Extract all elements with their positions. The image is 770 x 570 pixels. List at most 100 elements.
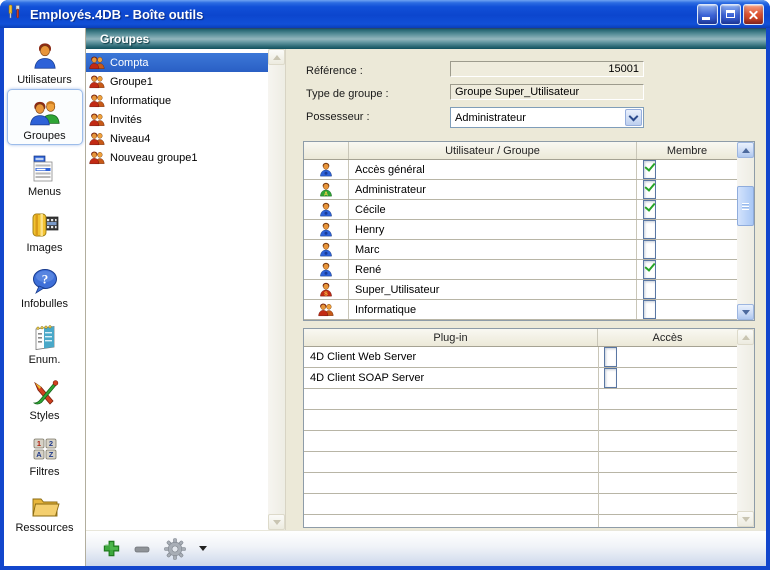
member-checkbox[interactable] [643,280,656,299]
title-bar[interactable]: Employés.4DB - Boîte outils [0,0,770,28]
group-list-item[interactable]: Groupe1 [86,72,268,91]
paintbrush-icon [29,373,61,409]
group-icon [89,74,105,89]
panel-title: Groupes [100,32,149,46]
user-icon [318,200,334,219]
app-window: Employés.4DB - Boîte outils Utilisateurs [0,0,770,570]
remove-icon [133,540,151,558]
group-list-item[interactable]: Niveau4 [86,129,268,148]
user-icon [318,160,334,179]
svg-text:S: S [324,292,328,298]
member-checkbox[interactable] [643,240,656,259]
bottom-toolbar [86,530,766,566]
add-group-button[interactable] [102,539,121,558]
plugin-column-header: Plug-in [304,329,598,346]
member-checkbox[interactable] [643,220,656,239]
access-checkbox[interactable] [604,368,617,388]
help-bubble-icon: ? [29,261,61,297]
groups-list-scrollbar[interactable] [268,49,285,530]
reference-field[interactable]: 15001 [450,61,644,77]
group-type-label: Type de groupe : [306,88,389,100]
owner-dropdown[interactable]: Administrateur [450,107,644,128]
member-row[interactable]: René [304,260,737,280]
group-type-field[interactable]: Groupe Super_Utilisateur [450,84,644,100]
member-checkbox[interactable] [643,260,656,279]
scroll-up-button[interactable] [737,142,754,158]
member-row[interactable]: Henry [304,220,737,240]
gear-icon [163,537,187,561]
member-row[interactable]: A Administrateur [304,180,737,200]
member-checkbox[interactable] [643,180,656,199]
member-checkbox[interactable] [643,300,656,319]
scrollbar-thumb[interactable] [737,186,754,226]
svg-text:A: A [36,450,42,459]
member-row[interactable]: Accès général [304,160,737,180]
group-list-item[interactable]: Invités [86,110,268,129]
group-list-item[interactable]: Informatique [86,91,268,110]
svg-text:2: 2 [48,439,52,448]
sidebar-item-label: Filtres [30,466,60,478]
group-list-item[interactable]: Compta [86,53,268,72]
member-row[interactable]: Marc [304,240,737,260]
group-icon [89,150,105,165]
scroll-down-button[interactable] [737,511,754,527]
remove-group-button[interactable] [133,540,151,558]
member-checkbox[interactable] [643,200,656,219]
sidebar-item-styles[interactable]: Styles [7,369,83,425]
member-checkbox[interactable] [643,160,656,179]
svg-text:?: ? [41,271,48,286]
icon-column-header [304,142,349,159]
sidebar-item-label: Infobulles [21,298,68,310]
user-icon [318,240,334,259]
svg-text:1: 1 [36,439,40,448]
sidebar-item-label: Groupes [23,130,65,142]
minimize-button[interactable] [697,4,718,25]
sidebar-item-ressources[interactable]: Ressources [7,481,83,537]
chevron-down-icon[interactable] [625,109,642,126]
plugins-table-header: Plug-in Accès [304,329,737,347]
sidebar-item-infobulles[interactable]: ? Infobulles [7,257,83,313]
settings-button[interactable] [163,537,207,561]
user-icon [318,300,334,319]
sidebar-item-label: Ressources [15,522,73,534]
plugins-table-scrollbar[interactable] [737,329,754,527]
dropdown-caret-icon[interactable] [199,546,207,551]
maximize-button[interactable] [720,4,741,25]
sidebar-item-utilisateurs[interactable]: Utilisateurs [7,33,83,89]
user-icon [318,220,334,239]
scroll-up-button[interactable] [737,329,754,345]
group-icon [89,131,105,146]
sidebar-item-menus[interactable]: Menus [7,145,83,201]
menu-icon [30,149,60,185]
group-list-item[interactable]: Nouveau groupe1 [86,148,268,167]
user-icon [29,37,61,73]
member-column-header: Membre [637,142,737,159]
members-table-scrollbar[interactable] [737,142,754,320]
members-table: Utilisateur / Groupe Membre Accès généra… [303,141,755,321]
scroll-up-button[interactable] [268,49,285,65]
keys-icon: 1 2 A Z [29,429,61,465]
member-row[interactable]: Cécile [304,200,737,220]
member-row[interactable]: Informatique [304,300,737,320]
access-checkbox[interactable] [604,347,617,367]
group-icon [89,55,105,70]
folder-icon [28,485,62,521]
sidebar-item-enum[interactable]: Enum. [7,313,83,369]
member-row[interactable]: S Super_Utilisateur [304,280,737,300]
sidebar-item-filtres[interactable]: 1 2 A Z Filtres [7,425,83,481]
svg-text:A: A [324,192,328,198]
owner-label: Possesseur : [306,111,370,123]
sidebar-item-images[interactable]: Images [7,201,83,257]
scroll-down-button[interactable] [737,304,754,320]
owner-dropdown-value: Administrateur [451,112,624,124]
window-title: Employés.4DB - Boîte outils [30,7,695,22]
scroll-down-button[interactable] [268,514,285,530]
group-detail-panel: Référence : 15001 Type de groupe : Group… [286,49,766,530]
plugin-row[interactable]: 4D Client Web Server [304,347,737,368]
user-icon: S [318,280,334,299]
plugin-row[interactable]: 4D Client SOAP Server [304,368,737,389]
sidebar-item-label: Images [26,242,62,254]
sidebar-item-groupes[interactable]: Groupes [7,89,83,145]
close-button[interactable] [743,4,764,25]
reference-label: Référence : [306,65,363,77]
